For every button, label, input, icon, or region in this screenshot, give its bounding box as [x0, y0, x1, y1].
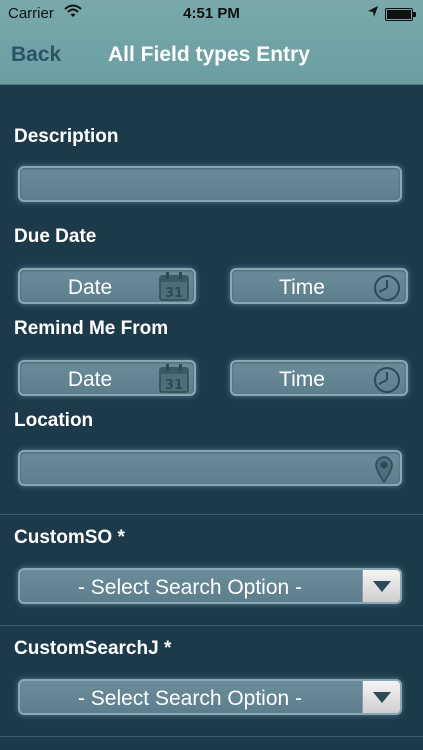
- custom-search-label: CustomSearchJ *: [14, 638, 172, 659]
- due-time-picker[interactable]: Time: [230, 268, 408, 304]
- description-input[interactable]: [18, 166, 402, 202]
- clock-icon: [372, 365, 402, 401]
- section-divider: [0, 625, 423, 626]
- clock-icon: [372, 273, 402, 309]
- remind-date-picker[interactable]: Date 31: [18, 360, 196, 396]
- battery-icon: [385, 8, 416, 21]
- calendar-icon: 31: [158, 272, 190, 308]
- svg-text:31: 31: [165, 286, 183, 301]
- custom-so-label: CustomSO *: [14, 527, 125, 548]
- location-arrow-icon: [367, 5, 379, 23]
- custom-so-select-value: - Select Search Option -: [77, 576, 303, 599]
- remind-label: Remind Me From: [14, 318, 169, 339]
- page-title: All Field types Entry: [108, 43, 310, 66]
- remind-time-picker[interactable]: Time: [230, 360, 408, 396]
- location-input[interactable]: [18, 450, 402, 486]
- section-divider: [0, 514, 423, 515]
- due-date-picker[interactable]: Date 31: [18, 268, 196, 304]
- back-button[interactable]: Back: [11, 43, 61, 67]
- status-bar: Carrier 4:51 PM: [0, 0, 423, 28]
- chevron-down-icon[interactable]: [362, 681, 400, 713]
- map-pin-icon: [374, 455, 394, 489]
- navigation-bar: Carrier 4:51 PM Back All Field types Ent…: [0, 0, 423, 85]
- custom-search-select-value: - Select Search Option -: [77, 687, 303, 710]
- location-label: Location: [14, 410, 94, 431]
- calendar-icon: 31: [158, 364, 190, 400]
- description-label: Description: [14, 126, 119, 147]
- custom-search-select[interactable]: - Select Search Option -: [18, 679, 402, 715]
- remind-time-placeholder: Time: [279, 368, 325, 391]
- custom-so-select[interactable]: - Select Search Option -: [18, 568, 402, 604]
- due-date-placeholder: Date: [67, 276, 113, 299]
- svg-text:31: 31: [165, 378, 183, 393]
- status-time: 4:51 PM: [183, 5, 240, 22]
- remind-date-placeholder: Date: [67, 368, 113, 391]
- due-time-placeholder: Time: [279, 276, 325, 299]
- section-divider: [0, 736, 423, 737]
- due-date-label: Due Date: [14, 226, 97, 247]
- chevron-down-icon[interactable]: [362, 570, 400, 602]
